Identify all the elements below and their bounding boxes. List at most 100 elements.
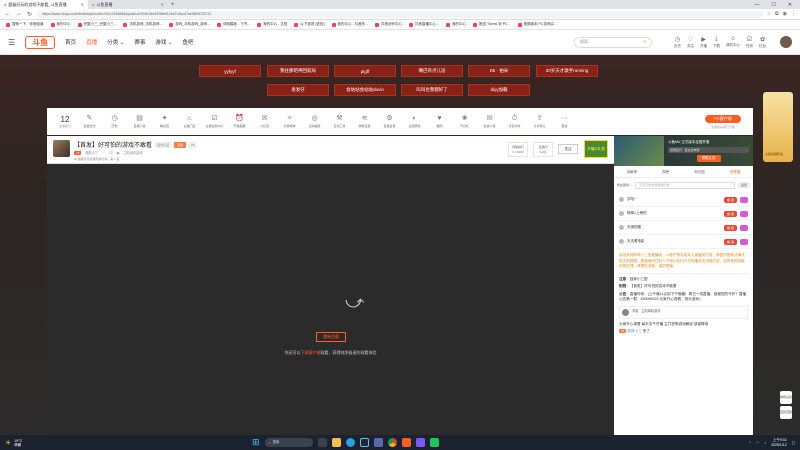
store-icon[interactable] — [373, 438, 383, 447]
browser-menu-icon[interactable]: ⋮ — [791, 11, 796, 17]
header-gift-button[interactable]: ✿ 红包 — [759, 36, 766, 49]
toolbar-item[interactable]: ⏱ 点赞计时 — [502, 115, 527, 128]
toolbar-item[interactable]: ◎ 活动抽奖 — [302, 115, 327, 128]
score-counter[interactable]: 12 主播积分 — [53, 115, 77, 128]
app-icon[interactable] — [401, 438, 411, 447]
fan-row[interactable]: 天天看电影超 级 — [614, 235, 753, 249]
bookmark-item[interactable]: 我的中心 — [445, 22, 466, 27]
tab-vip[interactable]: 贵宾席 — [730, 170, 741, 175]
volume-icon[interactable]: ♪ — [764, 441, 766, 445]
weekly-rank-stat[interactable]: 周播排行 0 / 1000 — [508, 142, 528, 157]
windows-start-icon[interactable]: ⊞ — [252, 437, 260, 448]
wifi-icon[interactable]: ◠ — [756, 441, 759, 445]
toolbar-item[interactable]: ⋯ 更多 — [552, 115, 577, 128]
back-to-top-button[interactable]: 回到顶部 — [780, 406, 792, 419]
chat-user[interactable]: 胖胖小三 — [627, 329, 641, 333]
bookmark-item[interactable]: 体验模板 - 飞书... — [217, 22, 250, 27]
reload-icon[interactable]: ↻ — [26, 11, 33, 18]
side-promo[interactable]: 主播送福利啦 — [763, 92, 793, 162]
room-rank[interactable]: ♛ 超级好玩的游戏排行榜 · 第 1 名 — [74, 157, 120, 161]
app-icon[interactable] — [415, 438, 425, 447]
bookmark-item[interactable]: 我的中心 - 抖音热... — [331, 22, 368, 27]
nav-events[interactable]: 赛事 — [134, 38, 145, 46]
bookmark-item[interactable]: 完整小三_完整小三... — [77, 22, 116, 27]
douyu-logo[interactable]: 斗鱼 — [25, 35, 56, 49]
url-field[interactable]: https://www.douyu.com/beta/topic/video?r… — [37, 10, 763, 18]
toolbar-item[interactable]: ✎ 直播日志 — [77, 115, 102, 128]
ad-button[interactable]: 领取礼包 — [696, 155, 721, 162]
download-client-link[interactable]: 下载客户端 — [301, 350, 321, 355]
pc-client-button[interactable]: PC客户端 — [705, 114, 741, 123]
profile-icon[interactable]: ◉ — [783, 11, 787, 17]
tab-fans[interactable]: 粉丝团 — [694, 170, 705, 175]
nav-home[interactable]: 首页 — [65, 38, 76, 46]
bookmark-item[interactable]: 推送 Tooms 到 PC... — [472, 22, 511, 27]
clock[interactable]: 上午9:02 2025/1/12 — [771, 438, 787, 447]
toolbar-item[interactable]: ⚙ 直播设置 — [377, 115, 402, 128]
nav-yuba[interactable]: 鱼吧 — [183, 38, 194, 46]
task-view-icon[interactable] — [317, 438, 327, 447]
bookmark-item[interactable]: 视频版本 PC游戏实... — [517, 22, 557, 27]
toolbar-item[interactable]: ✉ 小红包 — [252, 115, 277, 128]
bookmark-item[interactable]: 游戏_手机游戏_游戏... — [169, 22, 210, 27]
header-heart-button[interactable]: ♡ 关注 — [687, 36, 694, 49]
new-tab-icon[interactable]: + — [168, 2, 178, 8]
danmu-settings-button[interactable]: 弹幕设置 — [780, 391, 792, 404]
tab-weekly[interactable]: 周榜 — [662, 170, 669, 175]
app-icon[interactable] — [429, 438, 439, 447]
header-download-button[interactable]: ⤓ 下载 — [713, 36, 720, 49]
toolbar-item[interactable]: ✦ 精彩回 — [152, 115, 177, 128]
category-link[interactable]: 主机单机游戏 — [124, 150, 143, 155]
extensions-icon[interactable]: ⧉ — [775, 11, 779, 17]
close-tab-icon[interactable]: ✕ — [81, 2, 84, 7]
search-icon[interactable]: ⌕ — [643, 39, 646, 45]
back-icon[interactable]: ← — [4, 11, 11, 17]
bookmark-item[interactable]: 抖音创作中心 — [375, 22, 402, 27]
search-input[interactable]: 搜索 ⌕ — [574, 36, 652, 48]
maximize-icon[interactable]: ☐ — [771, 2, 775, 8]
weather-widget[interactable]: ☀ 19°C 晴朗 — [5, 439, 22, 447]
toolbar-item[interactable]: ◐ 主题皮肤 — [402, 115, 427, 128]
toolbar-item[interactable]: ◷ 历史 — [102, 115, 127, 128]
gift-badge[interactable]: 开播中礼物 — [584, 140, 608, 158]
streamer-avatar[interactable] — [53, 140, 70, 157]
bookmark-item[interactable]: 抖音直播中心... — [409, 22, 439, 27]
star-icon[interactable]: ☆ — [767, 11, 771, 17]
toolbar-item[interactable]: ✧ 礼物特效 — [277, 115, 302, 128]
video-player[interactable]: ⤻ 重新加载 你还可以下载客户端观看，获得纯净极速的观看体验 — [47, 164, 614, 435]
toolbar-item[interactable]: ☑ 主播任务中心 — [202, 115, 227, 128]
close-window-icon[interactable]: ✕ — [788, 2, 792, 8]
header-camera-button[interactable]: ▶ 开播 — [700, 36, 707, 49]
toolbar-item[interactable]: ▤ 直播小说 — [127, 115, 152, 128]
nav-live[interactable]: 直播 — [86, 38, 97, 46]
user-avatar[interactable] — [780, 36, 792, 48]
toolbar-item[interactable]: ⌂ 主播门店 — [177, 115, 202, 128]
fan-row[interactable]: 天狼的瞳超 级 — [614, 221, 753, 235]
fan-row[interactable]: 榜单1上榜的超 级 — [614, 207, 753, 221]
bookmark-item[interactable]: 以下选项 (查找) — [294, 22, 325, 27]
chrome-icon[interactable] — [387, 438, 397, 447]
bookmark-item[interactable]: 我的中心 — [50, 22, 71, 27]
edge-icon[interactable] — [345, 438, 355, 447]
toolbar-item[interactable]: ❀ 节日礼 — [452, 115, 477, 128]
toolbar-item[interactable]: ⚒ 互动工具 — [327, 115, 352, 128]
bookmark-item[interactable]: 搜索一下，你就知道 — [6, 22, 44, 27]
room-stat[interactable]: 直播间 12月 — [533, 142, 553, 157]
bookmark-item[interactable]: 手机游戏_手机游戏... — [123, 22, 162, 27]
header-clock-button[interactable]: ◷ 历史 — [674, 36, 681, 49]
rank-input[interactable]: 不显示粉丝贡献排行榜 — [635, 181, 735, 189]
vip-entry[interactable]: 宇哈 主机单机游戏 — [619, 305, 748, 319]
chevron-up-icon[interactable]: ⌃ — [748, 441, 751, 445]
close-tab-icon[interactable]: ✕ — [161, 2, 164, 7]
rank-settings-button[interactable]: 设置 — [737, 182, 750, 188]
browser-tab-active[interactable]: ● 超级好玩的游戏不能看_斗鱼直播 ✕ — [0, 0, 88, 9]
header-user-button[interactable]: ☺ 我的中心 — [726, 36, 740, 48]
toolbar-item[interactable]: ⇪ 分享有礼 — [527, 115, 552, 128]
steam-icon[interactable] — [359, 438, 369, 447]
header-task-button[interactable]: ☑ 任务 — [746, 36, 753, 49]
host-name[interactable]: 胖胖小三 — [85, 150, 98, 155]
ad-banner[interactable]: 斗鱼MU 正式版本全国开服 经典回归 · 首充送神装 领取礼包 — [614, 136, 753, 166]
file-explorer-icon[interactable] — [331, 438, 341, 447]
toolbar-item[interactable]: ≋ 弹幕设置 — [352, 115, 377, 128]
toolbar-item[interactable]: ♥ 福利 — [427, 115, 452, 128]
